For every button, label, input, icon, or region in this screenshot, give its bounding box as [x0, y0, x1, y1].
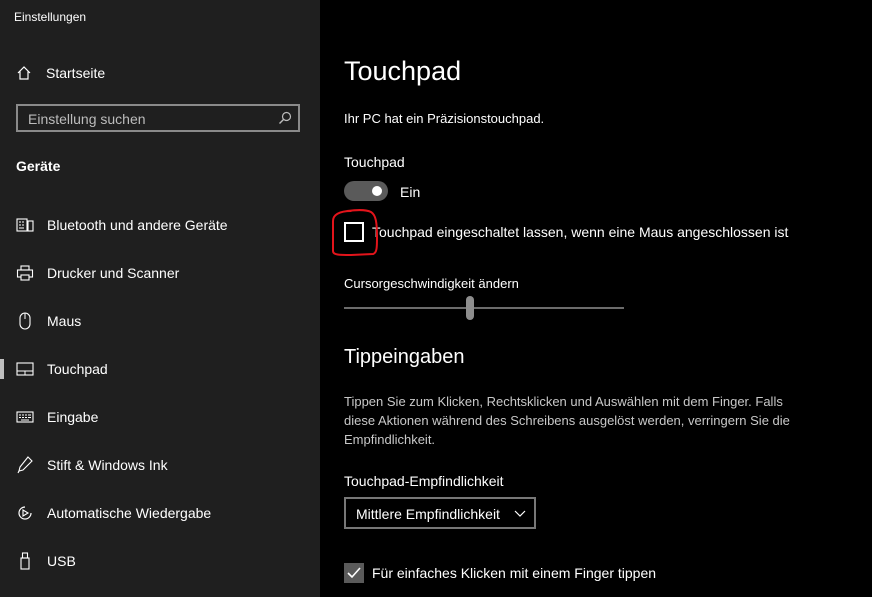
keyboard-icon: [16, 408, 34, 426]
sidebar-item-pen[interactable]: Stift & Windows Ink: [0, 445, 320, 485]
toggle-knob: [372, 186, 382, 196]
pen-icon: [16, 456, 34, 474]
chevron-down-icon: [514, 507, 526, 519]
home-link[interactable]: Startseite: [16, 62, 105, 84]
section-title: Geräte: [16, 158, 61, 174]
sensitivity-dropdown[interactable]: Mittlere Empfindlichkeit: [344, 497, 536, 529]
sidebar-item-bluetooth[interactable]: Bluetooth und andere Geräte: [0, 205, 320, 245]
mouse-icon: [16, 312, 34, 330]
touchpad-toggle[interactable]: [344, 181, 388, 201]
tapping-description: Tippen Sie zum Klicken, Rechtsklicken un…: [344, 394, 790, 447]
printer-icon: [16, 264, 34, 282]
sidebar-item-label: Touchpad: [47, 361, 108, 377]
sidebar: Einstellungen Startseite Einstellung suc…: [0, 0, 320, 597]
touchpad-icon: [16, 360, 34, 378]
search-icon[interactable]: [278, 111, 292, 125]
sensitivity-label: Touchpad-Empfindlichkeit: [344, 473, 504, 489]
sidebar-item-label: Automatische Wiedergabe: [47, 505, 212, 521]
app-title: Einstellungen: [14, 10, 87, 24]
cursor-speed-label: Cursorgeschwindigkeit ändern: [344, 276, 519, 291]
sidebar-item-mouse[interactable]: Maus: [0, 301, 320, 341]
toggle-state-label: Ein: [400, 184, 421, 200]
sidebar-item-autoplay[interactable]: Automatische Wiedergabe: [0, 493, 320, 533]
precision-note: Ihr PC hat ein Präzisionstouchpad.: [344, 111, 545, 126]
single-tap-label: Für einfaches Klicken mit einem Finger t…: [372, 565, 657, 581]
bluetooth-devices-icon: [16, 216, 34, 234]
sensitivity-value: Mittlere Empfindlichkeit: [356, 506, 500, 522]
cursor-speed-slider[interactable]: [344, 296, 624, 320]
slider-thumb[interactable]: [466, 296, 474, 320]
home-icon: [16, 65, 32, 81]
sidebar-item-printer[interactable]: Drucker und Scanner: [0, 253, 320, 293]
usb-icon: [16, 552, 34, 570]
sidebar-item-input[interactable]: Eingabe: [0, 397, 320, 437]
sidebar-item-label: Bluetooth und andere Geräte: [47, 217, 228, 233]
check-icon: [347, 567, 361, 579]
touchpad-label: Touchpad: [344, 154, 405, 170]
sidebar-item-label: Drucker und Scanner: [47, 265, 180, 281]
page-title: Touchpad: [344, 56, 462, 86]
sidebar-item-label: USB: [47, 553, 76, 569]
single-tap-checkbox[interactable]: [344, 563, 364, 583]
search-box[interactable]: Einstellung suchen: [16, 104, 300, 132]
tapping-heading: Tippeingaben: [344, 346, 465, 368]
search-placeholder: Einstellung suchen: [28, 111, 146, 127]
keep-touchpad-label: Touchpad eingeschaltet lassen, wenn eine…: [372, 224, 789, 240]
slider-track: [344, 307, 624, 309]
sidebar-item-usb[interactable]: USB: [0, 541, 320, 581]
keep-touchpad-checkbox[interactable]: [344, 222, 364, 242]
sidebar-item-label: Stift & Windows Ink: [47, 457, 168, 473]
sidebar-item-label: Eingabe: [47, 409, 99, 425]
sidebar-item-label: Maus: [47, 313, 82, 329]
home-label: Startseite: [46, 65, 106, 81]
autoplay-icon: [16, 504, 34, 522]
sidebar-item-touchpad[interactable]: Touchpad: [0, 349, 320, 389]
main-content: Touchpad Ihr PC hat ein Präzisionstouchp…: [320, 0, 872, 597]
